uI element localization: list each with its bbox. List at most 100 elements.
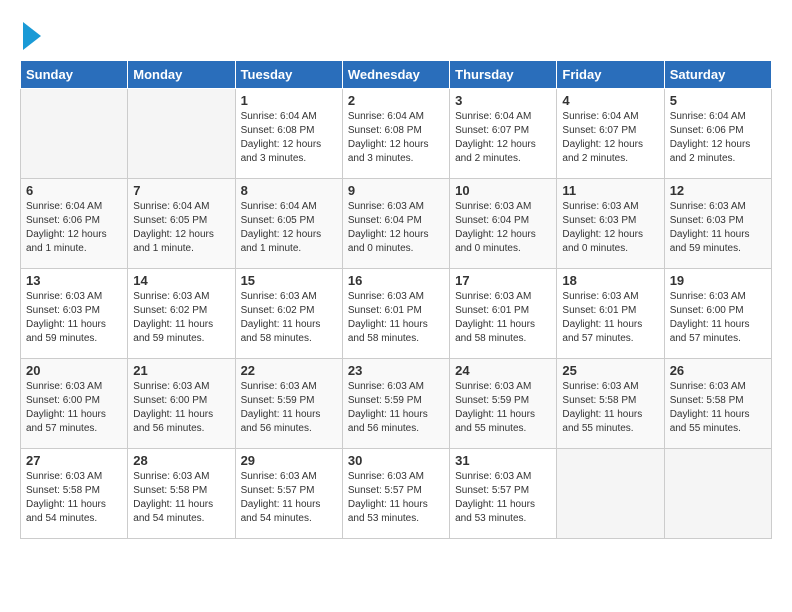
day-number: 16 <box>348 273 444 288</box>
day-number: 4 <box>562 93 658 108</box>
day-number: 18 <box>562 273 658 288</box>
day-number: 8 <box>241 183 337 198</box>
day-info: Sunrise: 6:03 AM Sunset: 6:04 PM Dayligh… <box>348 200 444 256</box>
day-info: Sunrise: 6:03 AM Sunset: 6:01 PM Dayligh… <box>348 290 444 346</box>
calendar-day-cell <box>21 89 128 179</box>
calendar-day-cell <box>664 449 771 539</box>
day-number: 31 <box>455 453 551 468</box>
day-info: Sunrise: 6:03 AM Sunset: 6:03 PM Dayligh… <box>26 290 122 346</box>
logo-arrow-icon <box>23 22 41 50</box>
calendar-day-cell: 18 Sunrise: 6:03 AM Sunset: 6:01 PM Dayli… <box>557 269 664 359</box>
day-info: Sunrise: 6:04 AM Sunset: 6:05 PM Dayligh… <box>241 200 337 256</box>
day-info: Sunrise: 6:03 AM Sunset: 5:57 PM Dayligh… <box>241 470 337 526</box>
calendar-day-cell: 10 Sunrise: 6:03 AM Sunset: 6:04 PM Dayli… <box>450 179 557 269</box>
calendar-day-cell: 6 Sunrise: 6:04 AM Sunset: 6:06 PM Daylig… <box>21 179 128 269</box>
day-info: Sunrise: 6:03 AM Sunset: 6:00 PM Dayligh… <box>133 380 229 436</box>
day-info: Sunrise: 6:03 AM Sunset: 6:02 PM Dayligh… <box>133 290 229 346</box>
day-number: 19 <box>670 273 766 288</box>
day-info: Sunrise: 6:03 AM Sunset: 5:58 PM Dayligh… <box>133 470 229 526</box>
day-number: 24 <box>455 363 551 378</box>
day-number: 21 <box>133 363 229 378</box>
day-number: 12 <box>670 183 766 198</box>
calendar-weekday-header: Thursday <box>450 61 557 89</box>
calendar-day-cell: 13 Sunrise: 6:03 AM Sunset: 6:03 PM Dayli… <box>21 269 128 359</box>
calendar-day-cell <box>128 89 235 179</box>
day-number: 30 <box>348 453 444 468</box>
day-info: Sunrise: 6:04 AM Sunset: 6:07 PM Dayligh… <box>455 110 551 166</box>
calendar-week-row: 6 Sunrise: 6:04 AM Sunset: 6:06 PM Daylig… <box>21 179 772 269</box>
day-number: 5 <box>670 93 766 108</box>
calendar-day-cell: 2Sunrise: 6:04 AM Sunset: 6:08 PM Daylig… <box>342 89 449 179</box>
calendar-day-cell: 12 Sunrise: 6:03 AM Sunset: 6:03 PM Dayli… <box>664 179 771 269</box>
calendar-day-cell <box>557 449 664 539</box>
day-info: Sunrise: 6:03 AM Sunset: 5:58 PM Dayligh… <box>670 380 766 436</box>
calendar-day-cell: 4Sunrise: 6:04 AM Sunset: 6:07 PM Daylig… <box>557 89 664 179</box>
day-info: Sunrise: 6:03 AM Sunset: 5:57 PM Dayligh… <box>348 470 444 526</box>
calendar-day-cell: 15Sunrise: 6:03 AM Sunset: 6:02 PM Dayli… <box>235 269 342 359</box>
day-number: 27 <box>26 453 122 468</box>
day-number: 26 <box>670 363 766 378</box>
day-info: Sunrise: 6:03 AM Sunset: 5:58 PM Dayligh… <box>26 470 122 526</box>
calendar-day-cell: 11 Sunrise: 6:03 AM Sunset: 6:03 PM Dayli… <box>557 179 664 269</box>
calendar-weekday-header: Tuesday <box>235 61 342 89</box>
day-info: Sunrise: 6:03 AM Sunset: 6:00 PM Dayligh… <box>26 380 122 436</box>
day-info: Sunrise: 6:03 AM Sunset: 6:00 PM Dayligh… <box>670 290 766 346</box>
calendar-week-row: 27 Sunrise: 6:03 AM Sunset: 5:58 PM Dayli… <box>21 449 772 539</box>
calendar-weekday-header: Friday <box>557 61 664 89</box>
day-info: Sunrise: 6:04 AM Sunset: 6:06 PM Dayligh… <box>26 200 122 256</box>
calendar-day-cell: 5Sunrise: 6:04 AM Sunset: 6:06 PM Daylig… <box>664 89 771 179</box>
calendar-weekday-header: Monday <box>128 61 235 89</box>
day-number: 10 <box>455 183 551 198</box>
calendar-day-cell: 21 Sunrise: 6:03 AM Sunset: 6:00 PM Dayli… <box>128 359 235 449</box>
day-number: 29 <box>241 453 337 468</box>
calendar-day-cell: 16 Sunrise: 6:03 AM Sunset: 6:01 PM Dayli… <box>342 269 449 359</box>
day-number: 23 <box>348 363 444 378</box>
calendar-week-row: 20 Sunrise: 6:03 AM Sunset: 6:00 PM Dayli… <box>21 359 772 449</box>
day-number: 20 <box>26 363 122 378</box>
calendar-day-cell: 9 Sunrise: 6:03 AM Sunset: 6:04 PM Daylig… <box>342 179 449 269</box>
day-number: 13 <box>26 273 122 288</box>
calendar-table: SundayMondayTuesdayWednesdayThursdayFrid… <box>20 60 772 539</box>
day-info: Sunrise: 6:03 AM Sunset: 6:01 PM Dayligh… <box>562 290 658 346</box>
day-info: Sunrise: 6:03 AM Sunset: 6:03 PM Dayligh… <box>670 200 766 256</box>
day-number: 2 <box>348 93 444 108</box>
day-info: Sunrise: 6:03 AM Sunset: 6:03 PM Dayligh… <box>562 200 658 256</box>
day-info: Sunrise: 6:04 AM Sunset: 6:05 PM Dayligh… <box>133 200 229 256</box>
day-number: 3 <box>455 93 551 108</box>
day-info: Sunrise: 6:03 AM Sunset: 5:59 PM Dayligh… <box>348 380 444 436</box>
day-info: Sunrise: 6:03 AM Sunset: 5:57 PM Dayligh… <box>455 470 551 526</box>
calendar-week-row: 1Sunrise: 6:04 AM Sunset: 6:08 PM Daylig… <box>21 89 772 179</box>
calendar-day-cell: 25 Sunrise: 6:03 AM Sunset: 5:58 PM Dayli… <box>557 359 664 449</box>
calendar-day-cell: 28 Sunrise: 6:03 AM Sunset: 5:58 PM Dayli… <box>128 449 235 539</box>
calendar-weekday-header: Wednesday <box>342 61 449 89</box>
day-number: 28 <box>133 453 229 468</box>
day-info: Sunrise: 6:03 AM Sunset: 6:04 PM Dayligh… <box>455 200 551 256</box>
calendar-day-cell: 3 Sunrise: 6:04 AM Sunset: 6:07 PM Daylig… <box>450 89 557 179</box>
day-number: 15 <box>241 273 337 288</box>
calendar-day-cell: 30 Sunrise: 6:03 AM Sunset: 5:57 PM Dayli… <box>342 449 449 539</box>
day-info: Sunrise: 6:03 AM Sunset: 6:01 PM Dayligh… <box>455 290 551 346</box>
calendar-day-cell: 17 Sunrise: 6:03 AM Sunset: 6:01 PM Dayli… <box>450 269 557 359</box>
calendar-day-cell: 31 Sunrise: 6:03 AM Sunset: 5:57 PM Dayli… <box>450 449 557 539</box>
calendar-weekday-header: Sunday <box>21 61 128 89</box>
day-number: 25 <box>562 363 658 378</box>
calendar-day-cell: 26 Sunrise: 6:03 AM Sunset: 5:58 PM Dayli… <box>664 359 771 449</box>
page-header <box>20 20 772 50</box>
day-number: 11 <box>562 183 658 198</box>
day-number: 9 <box>348 183 444 198</box>
day-number: 22 <box>241 363 337 378</box>
calendar-header-row: SundayMondayTuesdayWednesdayThursdayFrid… <box>21 61 772 89</box>
day-info: Sunrise: 6:03 AM Sunset: 5:58 PM Dayligh… <box>562 380 658 436</box>
day-number: 17 <box>455 273 551 288</box>
calendar-day-cell: 7Sunrise: 6:04 AM Sunset: 6:05 PM Daylig… <box>128 179 235 269</box>
calendar-day-cell: 24 Sunrise: 6:03 AM Sunset: 5:59 PM Dayli… <box>450 359 557 449</box>
day-info: Sunrise: 6:04 AM Sunset: 6:08 PM Dayligh… <box>241 110 337 166</box>
day-info: Sunrise: 6:03 AM Sunset: 5:59 PM Dayligh… <box>455 380 551 436</box>
calendar-day-cell: 29 Sunrise: 6:03 AM Sunset: 5:57 PM Dayli… <box>235 449 342 539</box>
calendar-day-cell: 27 Sunrise: 6:03 AM Sunset: 5:58 PM Dayli… <box>21 449 128 539</box>
day-number: 6 <box>26 183 122 198</box>
calendar-day-cell: 1Sunrise: 6:04 AM Sunset: 6:08 PM Daylig… <box>235 89 342 179</box>
calendar-day-cell: 22 Sunrise: 6:03 AM Sunset: 5:59 PM Dayli… <box>235 359 342 449</box>
calendar-day-cell: 19 Sunrise: 6:03 AM Sunset: 6:00 PM Dayli… <box>664 269 771 359</box>
day-info: Sunrise: 6:03 AM Sunset: 5:59 PM Dayligh… <box>241 380 337 436</box>
